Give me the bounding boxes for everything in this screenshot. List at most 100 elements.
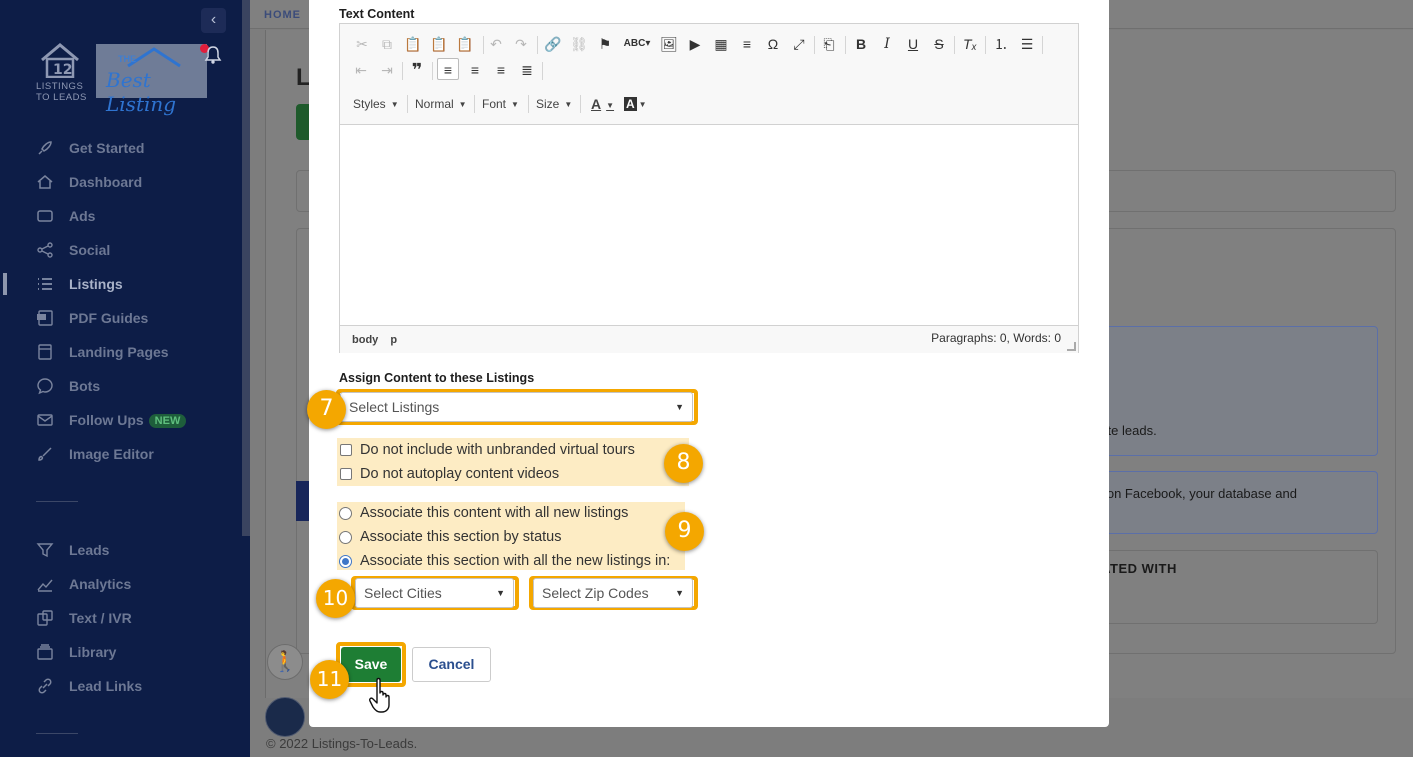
select-zip-codes-dropdown[interactable]: Select Zip Codes ▼ [533, 578, 693, 608]
cancel-button[interactable]: Cancel [412, 647, 491, 682]
autoplay-videos-option[interactable]: Do not autoplay content videos [339, 464, 559, 484]
all-new-listings-option[interactable]: Associate this content with all new list… [339, 503, 628, 523]
table-icon[interactable]: ▦ [710, 33, 732, 55]
all-new-listings-radio[interactable] [339, 506, 352, 520]
image-icon[interactable]: 🖼 [658, 33, 680, 55]
unlink-icon[interactable]: ⛓ [568, 33, 590, 55]
paste-icon[interactable]: 📋 [402, 33, 424, 55]
caret-down-icon: ▼ [496, 588, 505, 598]
justify-icon[interactable]: ≣ [516, 59, 538, 81]
sidebar-item-dashboard[interactable]: Dashboard [0, 168, 240, 196]
sidebar-item-lead-links[interactable]: Lead Links [0, 672, 240, 700]
cut-icon[interactable]: ✂ [351, 33, 373, 55]
bell-icon[interactable] [203, 45, 223, 65]
styles-dropdown[interactable]: Styles ▼ [353, 94, 399, 114]
blockquote-icon[interactable]: ❞ [406, 59, 428, 81]
listings-to-leads-logo[interactable]: 12 LISTINGS TO LEADS [34, 42, 94, 104]
spellcheck-icon[interactable]: ABC▾ [622, 33, 652, 55]
sidebar-item-analytics[interactable]: Analytics [0, 570, 240, 598]
content-modal: Text Content ✂ ⧉ 📋 📋 📋 ↶ ↷ 🔗 ⛓ ⚑ ABC▾ 🖼 … [309, 0, 1109, 727]
special-char-icon[interactable]: Ω [762, 33, 784, 55]
editor-content-area[interactable] [340, 125, 1078, 325]
toolbar-separator [483, 36, 484, 54]
path-p[interactable]: p [390, 334, 397, 346]
source-icon[interactable]: ⎗ [818, 33, 840, 55]
size-dropdown[interactable]: Size ▼ [536, 94, 572, 114]
align-right-icon[interactable]: ≡ [490, 59, 512, 81]
listings-in-option[interactable]: Associate this section with all the new … [339, 551, 670, 571]
sidebar-item-leads[interactable]: Leads [0, 536, 240, 564]
avatar[interactable] [265, 697, 305, 737]
select-listings-dropdown[interactable]: Select Listings ▼ [340, 392, 693, 422]
maximize-icon[interactable]: ⤢ [788, 33, 810, 55]
caret-down-icon: ▼ [606, 101, 615, 110]
sidebar-scrollbar[interactable] [242, 0, 250, 536]
text-color-button[interactable]: A ▼ [591, 94, 614, 114]
sidebar-item-library[interactable]: Library [0, 638, 240, 666]
walkthrough-button[interactable]: 🚶 [267, 644, 303, 680]
add-button-edge[interactable] [296, 104, 310, 140]
underline-icon[interactable]: U [902, 33, 924, 55]
sidebar-item-pdf-guides[interactable]: PDF Guides [0, 304, 240, 332]
sidebar-item-label: Image Editor [69, 446, 154, 462]
toolbar-separator [402, 62, 403, 80]
by-status-radio[interactable] [339, 530, 352, 544]
listings-in-radio[interactable] [339, 554, 352, 568]
sidebar-item-bots[interactable]: Bots [0, 372, 240, 400]
sidebar-item-landing-pages[interactable]: Landing Pages [0, 338, 240, 366]
editor-statusbar: body p Paragraphs: 0, Words: 0 [340, 325, 1078, 353]
editor-toolbar: ✂ ⧉ 📋 📋 📋 ↶ ↷ 🔗 ⛓ ⚑ ABC▾ 🖼 ▶ ▦ ≡ Ω ⤢ ⎗ B… [340, 24, 1078, 125]
breadcrumb[interactable]: HOME [264, 9, 301, 21]
sidebar-item-follow-ups[interactable]: Follow Ups NEW [0, 406, 240, 434]
background-color-button[interactable]: A ▼ [624, 94, 647, 114]
sidebar-item-get-started[interactable]: Get Started [0, 134, 240, 162]
italic-icon[interactable]: I [876, 33, 898, 55]
align-left-icon[interactable]: ≡ [437, 58, 459, 80]
step-11-badge: 11 [310, 660, 349, 699]
caret-down-icon: ▼ [638, 100, 647, 109]
house-logo-icon: 12 [41, 43, 79, 78]
sidebar-item-image-editor[interactable]: Image Editor [0, 440, 240, 468]
chevron-left-icon: ‹ [210, 11, 217, 28]
font-dropdown[interactable]: Font ▼ [482, 94, 519, 114]
horizontal-rule-icon[interactable]: ≡ [736, 33, 758, 55]
redo-icon[interactable]: ↷ [510, 33, 532, 55]
paste-text-icon[interactable]: 📋 [428, 33, 450, 55]
numbered-list-icon[interactable]: ⒈ [990, 33, 1012, 55]
format-dropdown[interactable]: Normal ▼ [415, 94, 467, 114]
sidebar-item-label: Listings [69, 276, 123, 292]
select-cities-dropdown[interactable]: Select Cities ▼ [355, 578, 514, 608]
youtube-icon[interactable]: ▶ [684, 33, 706, 55]
element-path: body p [352, 334, 397, 346]
link-icon[interactable]: 🔗 [542, 33, 564, 55]
list-icon [38, 278, 52, 290]
background-color-icon: A [624, 97, 637, 111]
path-body[interactable]: body [352, 334, 378, 346]
sidebar-item-label: Text / IVR [69, 610, 132, 626]
anchor-flag-icon[interactable]: ⚑ [594, 33, 616, 55]
autoplay-videos-checkbox[interactable] [340, 468, 352, 480]
sidebar-item-social[interactable]: Social [0, 236, 240, 264]
align-center-icon[interactable]: ≡ [464, 59, 486, 81]
copy-icon[interactable]: ⧉ [376, 33, 398, 55]
unbranded-tours-option[interactable]: Do not include with unbranded virtual to… [339, 440, 635, 460]
bold-icon[interactable]: B [850, 33, 872, 55]
sidebar-item-ads[interactable]: Ads [0, 202, 240, 230]
collapse-sidebar-button[interactable]: ‹ [201, 8, 226, 33]
paste-word-icon[interactable]: 📋 [454, 33, 476, 55]
remove-format-icon[interactable]: Tₓ [959, 33, 981, 55]
indent-icon[interactable]: ⇥ [376, 59, 398, 81]
unbranded-tours-checkbox[interactable] [340, 444, 352, 456]
svg-text:12: 12 [53, 62, 72, 78]
by-status-option[interactable]: Associate this section by status [339, 527, 562, 547]
undo-icon[interactable]: ↶ [485, 33, 507, 55]
brush-icon [38, 447, 52, 461]
info-text-2: e on Facebook, your database and [1096, 486, 1297, 501]
sidebar-item-text-ivr[interactable]: Text / IVR [0, 604, 240, 632]
resize-grip[interactable] [1067, 342, 1076, 351]
sidebar-item-listings[interactable]: Listings [0, 270, 240, 298]
caret-down-icon: ▼ [390, 100, 399, 109]
outdent-icon[interactable]: ⇤ [350, 59, 372, 81]
bulleted-list-icon[interactable]: ☰ [1016, 33, 1038, 55]
strikethrough-icon[interactable]: S [928, 33, 950, 55]
